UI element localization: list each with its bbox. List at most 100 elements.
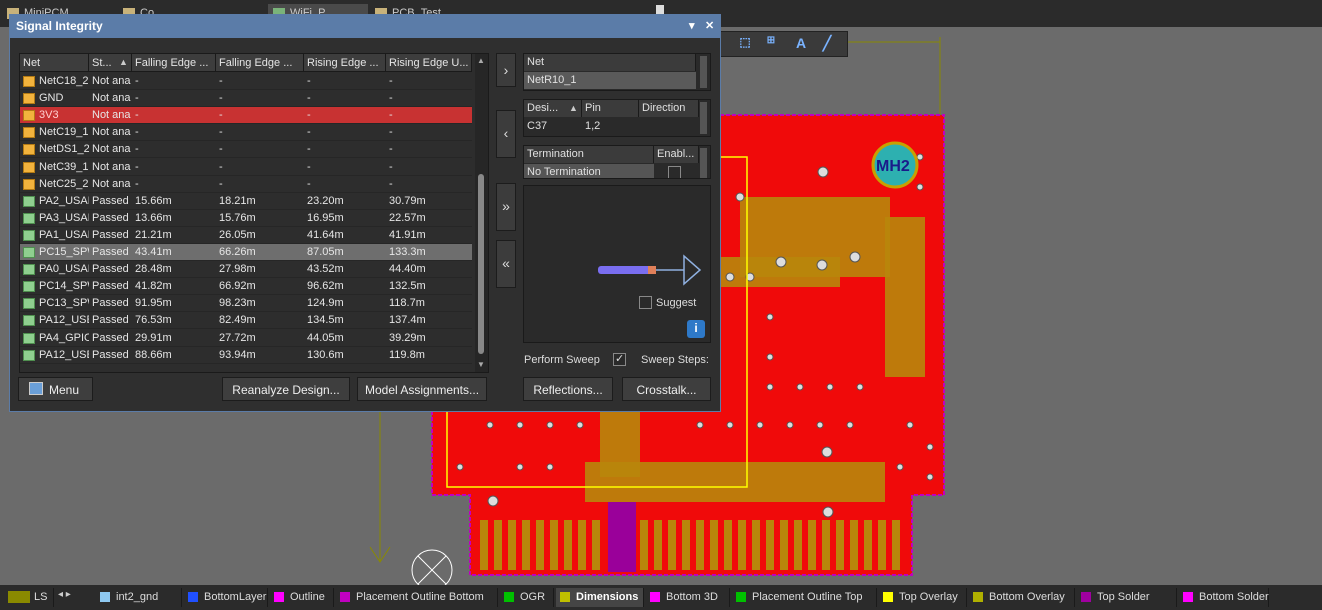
layer-tab[interactable]: OGR xyxy=(500,588,554,607)
table-row[interactable]: 3V3 Not ana - - - - xyxy=(20,107,472,125)
move-all-left-button[interactable]: « xyxy=(496,240,516,288)
layer-tab[interactable]: Outline xyxy=(270,588,334,607)
layer-tab[interactable]: Bottom 3D xyxy=(646,588,730,607)
dimension-tool-icon[interactable]: ⊞ xyxy=(761,35,781,53)
move-right-button[interactable]: › xyxy=(496,53,516,87)
net-passed-icon xyxy=(23,281,35,293)
cell-net: NetC25_2 xyxy=(39,177,89,190)
layer-tab[interactable]: int2_gnd xyxy=(96,588,182,607)
table-row[interactable]: PA4_GPIO Passed 29.91m 27.72m 44.05m 39.29m xyxy=(20,330,472,347)
layer-tab[interactable]: Placement Outline Bottom xyxy=(336,588,498,607)
layer-tab[interactable]: BottomLayer xyxy=(184,588,268,607)
col-header-termination[interactable]: Termination xyxy=(524,146,654,163)
reflections-button[interactable]: Reflections... xyxy=(523,377,613,401)
move-all-right-button[interactable]: » xyxy=(496,183,516,231)
pin-number[interactable]: 1,2 xyxy=(582,118,603,135)
grid-scrollbar[interactable]: ▲ ▼ xyxy=(475,54,488,372)
col-header-falling-edge-2[interactable]: Falling Edge ... xyxy=(216,54,304,72)
table-row[interactable]: GND Not ana - - - - xyxy=(20,90,472,108)
suggest-checkbox[interactable] xyxy=(639,296,652,309)
cell-fe1: - xyxy=(135,177,139,190)
col-header-rising-edge-1[interactable]: Rising Edge ... xyxy=(304,54,386,72)
col-header-falling-edge-1[interactable]: Falling Edge ... xyxy=(132,54,216,72)
table-row[interactable]: NetC39_1 Not ana - - - - xyxy=(20,159,472,176)
layer-color-swatch xyxy=(1183,592,1193,602)
net-panel-scrollbar[interactable] xyxy=(700,56,707,88)
move-left-button[interactable]: ‹ xyxy=(496,110,516,158)
termination-panel: Termination Enabl... No Termination xyxy=(523,145,711,179)
scrollbar-thumb[interactable] xyxy=(478,174,484,354)
table-row[interactable]: NetDS1_2 Not ana - - - - xyxy=(20,141,472,159)
layer-tab-label: Bottom Solder xyxy=(1199,591,1269,603)
mh2-label: MH2 xyxy=(876,158,910,175)
layer-tab[interactable]: LS xyxy=(4,588,54,607)
dropdown-icon[interactable]: ▾ xyxy=(689,19,695,32)
layer-color-swatch xyxy=(560,592,570,602)
dialog-title-bar[interactable]: Signal Integrity ▾ ✕ xyxy=(10,15,720,38)
cell-net: PC13_SPW xyxy=(39,297,89,310)
scroll-up-icon[interactable]: ▲ xyxy=(477,56,485,65)
table-row[interactable]: PC15_SPWPassed 43.41m 66.26m 87.05m 133.3m xyxy=(20,244,472,261)
termination-scrollbar[interactable] xyxy=(700,148,707,178)
cell-fe2: 27.98m xyxy=(219,263,256,276)
cell-fe2: - xyxy=(219,92,223,105)
line-tool-icon[interactable]: ⬚ xyxy=(735,35,755,53)
table-row[interactable]: PC14_SPWPassed 41.82m 66.92m 96.62m 132.5m xyxy=(20,278,472,296)
table-row[interactable]: NetC18_2 Not ana - - - - xyxy=(20,73,472,90)
dialog-title: Signal Integrity xyxy=(16,19,103,33)
table-row[interactable]: NetC25_2 Not ana - - - - xyxy=(20,176,472,193)
cell-net: NetC39_1 xyxy=(39,160,89,173)
crosstalk-button[interactable]: Crosstalk... xyxy=(622,377,711,401)
layer-tab[interactable]: Bottom Solder xyxy=(1179,588,1269,607)
layer-tab[interactable]: Placement Outline Top xyxy=(732,588,877,607)
info-icon[interactable]: i xyxy=(687,320,705,338)
table-row[interactable]: PA1_USAF Passed 21.21m 26.05m 41.64m 41.91m xyxy=(20,227,472,244)
col-header-enabled[interactable]: Enabl... xyxy=(654,146,699,163)
col-header-direction[interactable]: Direction xyxy=(639,100,699,117)
pin-panel-scrollbar[interactable] xyxy=(700,102,707,134)
model-assignments-button[interactable]: Model Assignments... xyxy=(357,377,487,401)
cell-re1: 134.5m xyxy=(307,314,344,327)
cell-re2: - xyxy=(389,160,393,173)
cell-status: Not ana xyxy=(92,75,131,87)
termination-enabled-checkbox[interactable] xyxy=(668,166,681,178)
col-header-net[interactable]: Net xyxy=(20,54,89,72)
table-row[interactable]: PC13_SPWPassed 91.95m 98.23m 124.9m 118.7m xyxy=(20,295,472,313)
layer-tab-label: int2_gnd xyxy=(116,591,159,603)
layer-tab[interactable]: Dimensions xyxy=(556,588,644,607)
table-row[interactable]: PA12_USE Passed 76.53m 82.49m 134.5m 137.4m xyxy=(20,312,472,330)
table-row[interactable]: NetC19_1 Not ana - - - - xyxy=(20,124,472,142)
draw-line-icon[interactable]: ╱ xyxy=(817,35,837,53)
close-icon[interactable]: ✕ xyxy=(705,19,714,32)
cell-fe1: 76.53m xyxy=(135,314,172,327)
table-row[interactable]: PA12_USE Passed 88.66m 93.94m 130.6m 119.8m xyxy=(20,347,472,364)
nets-grid: Net St... ▲ Falling Edge ... Falling Edg… xyxy=(19,53,489,373)
layer-color-swatch xyxy=(504,592,514,602)
col-header-pin[interactable]: Pin xyxy=(582,100,639,117)
table-row[interactable]: PA2_USAF Passed 15.66m 18.21m 23.20m 30.79m xyxy=(20,193,472,210)
layer-tab[interactable]: Bottom Overlay xyxy=(969,588,1075,607)
cell-net: 3V3 xyxy=(39,109,59,122)
col-header-rising-edge-2[interactable]: Rising Edge U... xyxy=(386,54,472,72)
sort-up-icon: ▲ xyxy=(569,103,578,113)
termination-row[interactable]: No Termination xyxy=(524,164,654,178)
table-row[interactable]: PA3_USAF Passed 13.66m 15.76m 16.95m 22.57m xyxy=(20,210,472,227)
net-panel-header: Net xyxy=(524,54,696,71)
menu-button[interactable]: Menu xyxy=(18,377,93,401)
layer-tab[interactable]: Top Overlay xyxy=(879,588,967,607)
text-tool-icon[interactable]: A xyxy=(791,35,811,53)
perform-sweep-checkbox[interactable]: ✓ xyxy=(613,353,626,366)
cell-fe2: 18.21m xyxy=(219,194,256,207)
layer-tab[interactable]: Top Solder xyxy=(1077,588,1177,607)
cell-fe2: 98.23m xyxy=(219,297,256,310)
cell-re1: - xyxy=(307,160,311,173)
pin-designator[interactable]: C37 xyxy=(524,118,550,135)
layer-nav-arrows[interactable]: ◂ ▸ xyxy=(58,589,92,606)
table-row[interactable]: PA0_USAF Passed 28.48m 27.98m 43.52m 44.40m xyxy=(20,261,472,279)
cell-status: Not ana xyxy=(92,92,131,105)
net-warning-icon xyxy=(23,178,35,190)
reanalyze-design-button[interactable]: Reanalyze Design... xyxy=(222,377,350,401)
cell-re2: - xyxy=(389,75,393,87)
scroll-down-icon[interactable]: ▼ xyxy=(477,360,485,369)
net-panel-value[interactable]: NetR10_1 xyxy=(524,72,696,89)
